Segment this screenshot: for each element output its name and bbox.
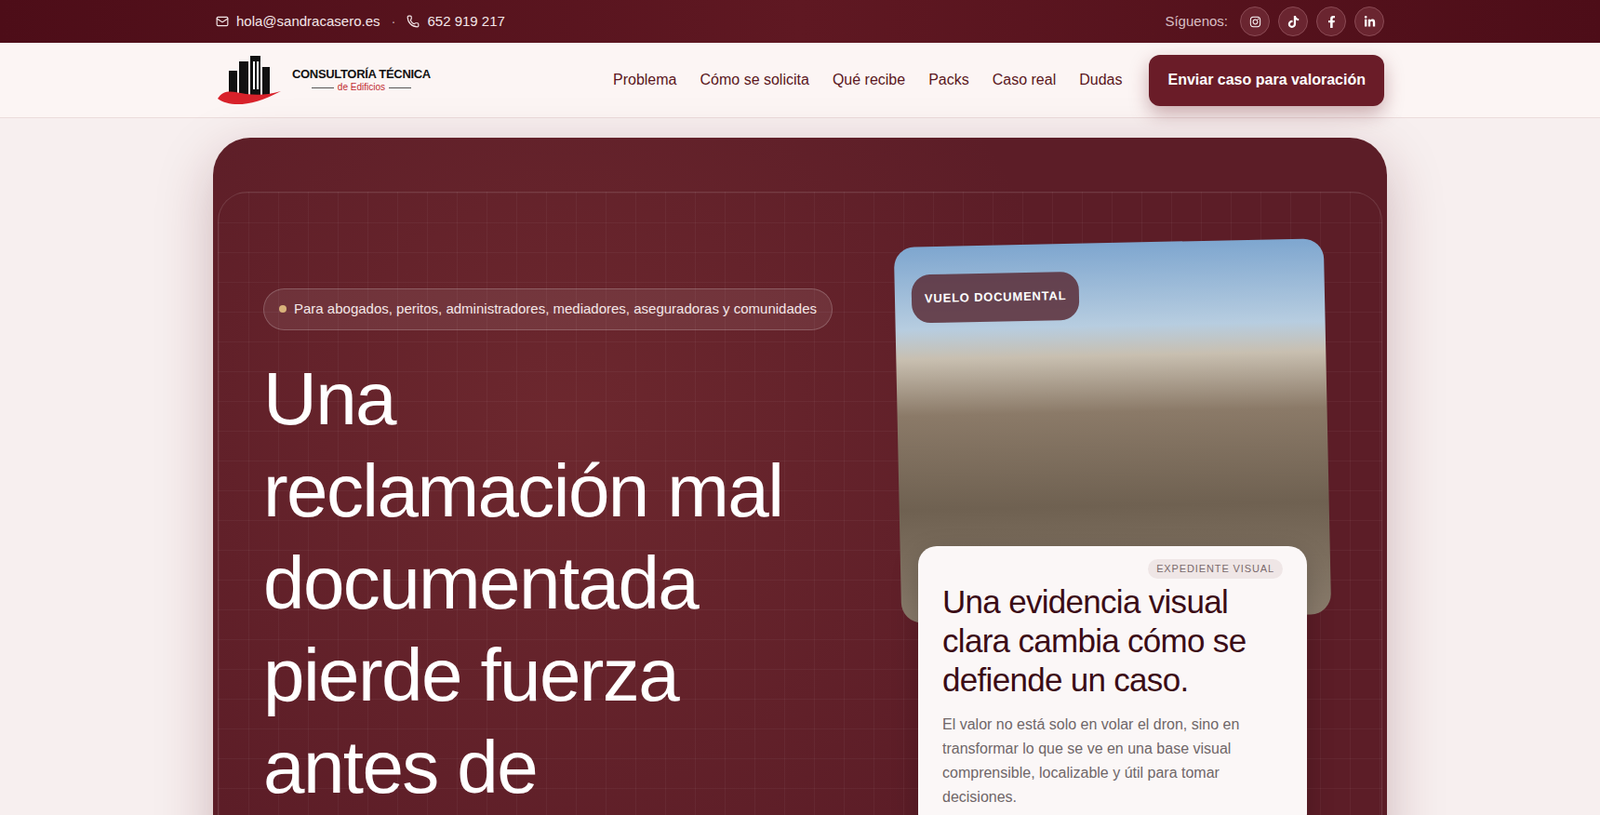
hero-heading: Unareclamación maldocumentadapierde fuer… bbox=[263, 352, 842, 814]
hero-panel: Para abogados, peritos, administradores,… bbox=[217, 191, 1383, 815]
hero-card: Para abogados, peritos, administradores,… bbox=[213, 137, 1387, 815]
logo[interactable]: CONSULTORÍA TÉCNICA de Edificios bbox=[215, 53, 431, 107]
nav-link[interactable]: Problema bbox=[613, 68, 677, 92]
mail-icon bbox=[215, 14, 229, 28]
nav-link[interactable]: Caso real bbox=[992, 68, 1056, 92]
phone-link[interactable]: 652 919 217 bbox=[426, 11, 505, 33]
card-title: Una evidencia visual clara cambia cómo s… bbox=[942, 582, 1283, 700]
phone-icon bbox=[406, 14, 420, 28]
buildings-logo-icon bbox=[215, 53, 285, 107]
nav-link[interactable]: Dudas bbox=[1079, 68, 1122, 92]
follow-label: Síguenos: bbox=[1164, 11, 1228, 33]
social-button[interactable] bbox=[1354, 6, 1385, 37]
evidence-card: EXPEDIENTE VISUAL Una evidencia visual cl… bbox=[918, 546, 1307, 815]
top-bar: hola@sandracasero.es · 652 919 217 Síguenos… bbox=[0, 0, 1600, 43]
separator: · bbox=[390, 11, 396, 33]
email-link[interactable]: hola@sandracasero.es bbox=[236, 11, 380, 33]
logo-title: CONSULTORÍA TÉCNICA bbox=[292, 67, 431, 80]
card-text: El valor no está solo en volar el dron, … bbox=[942, 712, 1283, 810]
nav-bar: CONSULTORÍA TÉCNICA de Edificios Problema C… bbox=[0, 42, 1600, 119]
nav-link[interactable]: Packs bbox=[928, 68, 970, 92]
tiktok-icon bbox=[1287, 15, 1300, 28]
page: hola@sandracasero.es · 652 919 217 Síguenos… bbox=[0, 0, 1600, 815]
instagram-icon bbox=[1249, 15, 1262, 28]
linkedin-icon bbox=[1363, 15, 1376, 28]
cta-button[interactable]: Enviar caso para valoración bbox=[1148, 54, 1385, 107]
card-label: EXPEDIENTE VISUAL bbox=[1147, 559, 1283, 579]
social-button[interactable] bbox=[1278, 6, 1308, 37]
logo-subtitle: de Edificios bbox=[337, 82, 386, 93]
social-button[interactable] bbox=[1240, 6, 1270, 37]
audience-badge: Para abogados, peritos, administradores,… bbox=[263, 288, 833, 331]
photo-badge: VUELO DOCUMENTAL bbox=[910, 271, 1080, 323]
nav-link[interactable]: Cómo se solicita bbox=[700, 68, 810, 92]
facebook-icon bbox=[1325, 15, 1338, 28]
social-button[interactable] bbox=[1316, 6, 1347, 37]
nav-link[interactable]: Qué recibe bbox=[832, 68, 906, 92]
